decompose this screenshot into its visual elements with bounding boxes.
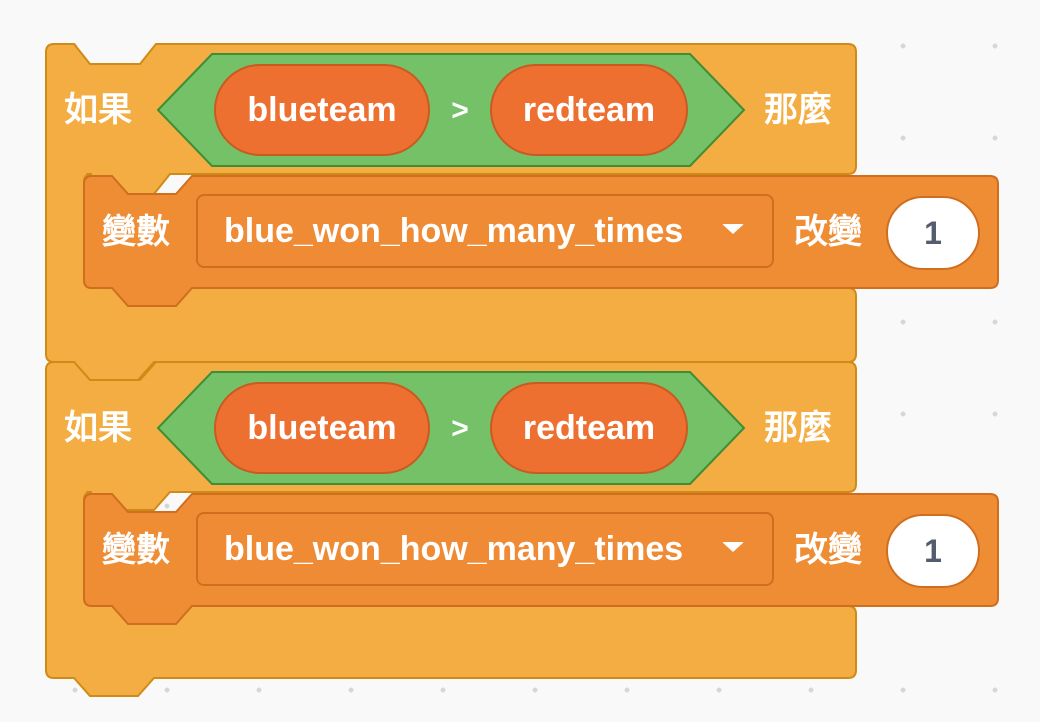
variable-dropdown-value: blue_won_how_many_times	[224, 529, 684, 568]
variable-dropdown-value: blue_won_how_many_times	[224, 211, 684, 250]
reporter-blueteam[interactable]: blueteam	[214, 382, 430, 474]
variable-label: 變數	[102, 212, 170, 252]
if-label: 如果	[64, 90, 132, 130]
change-value-input[interactable]: 1	[886, 514, 980, 588]
change-label: 改變	[794, 530, 862, 570]
chevron-down-icon	[722, 542, 744, 552]
if-label: 如果	[64, 408, 132, 448]
variable-dropdown[interactable]: blue_won_how_many_times	[196, 512, 774, 586]
reporter-redteam[interactable]: redteam	[490, 382, 688, 474]
then-label: 那麼	[764, 408, 832, 448]
reporter-blueteam[interactable]: blueteam	[214, 64, 430, 156]
greater-than-operator: >	[451, 94, 469, 127]
chevron-down-icon	[722, 224, 744, 234]
variable-dropdown[interactable]: blue_won_how_many_times	[196, 194, 774, 268]
then-label: 那麼	[764, 90, 832, 130]
greater-than-operator: >	[451, 412, 469, 445]
variable-label: 變數	[102, 530, 170, 570]
change-label: 改變	[794, 212, 862, 252]
change-value-input[interactable]: 1	[886, 196, 980, 270]
reporter-redteam[interactable]: redteam	[490, 64, 688, 156]
